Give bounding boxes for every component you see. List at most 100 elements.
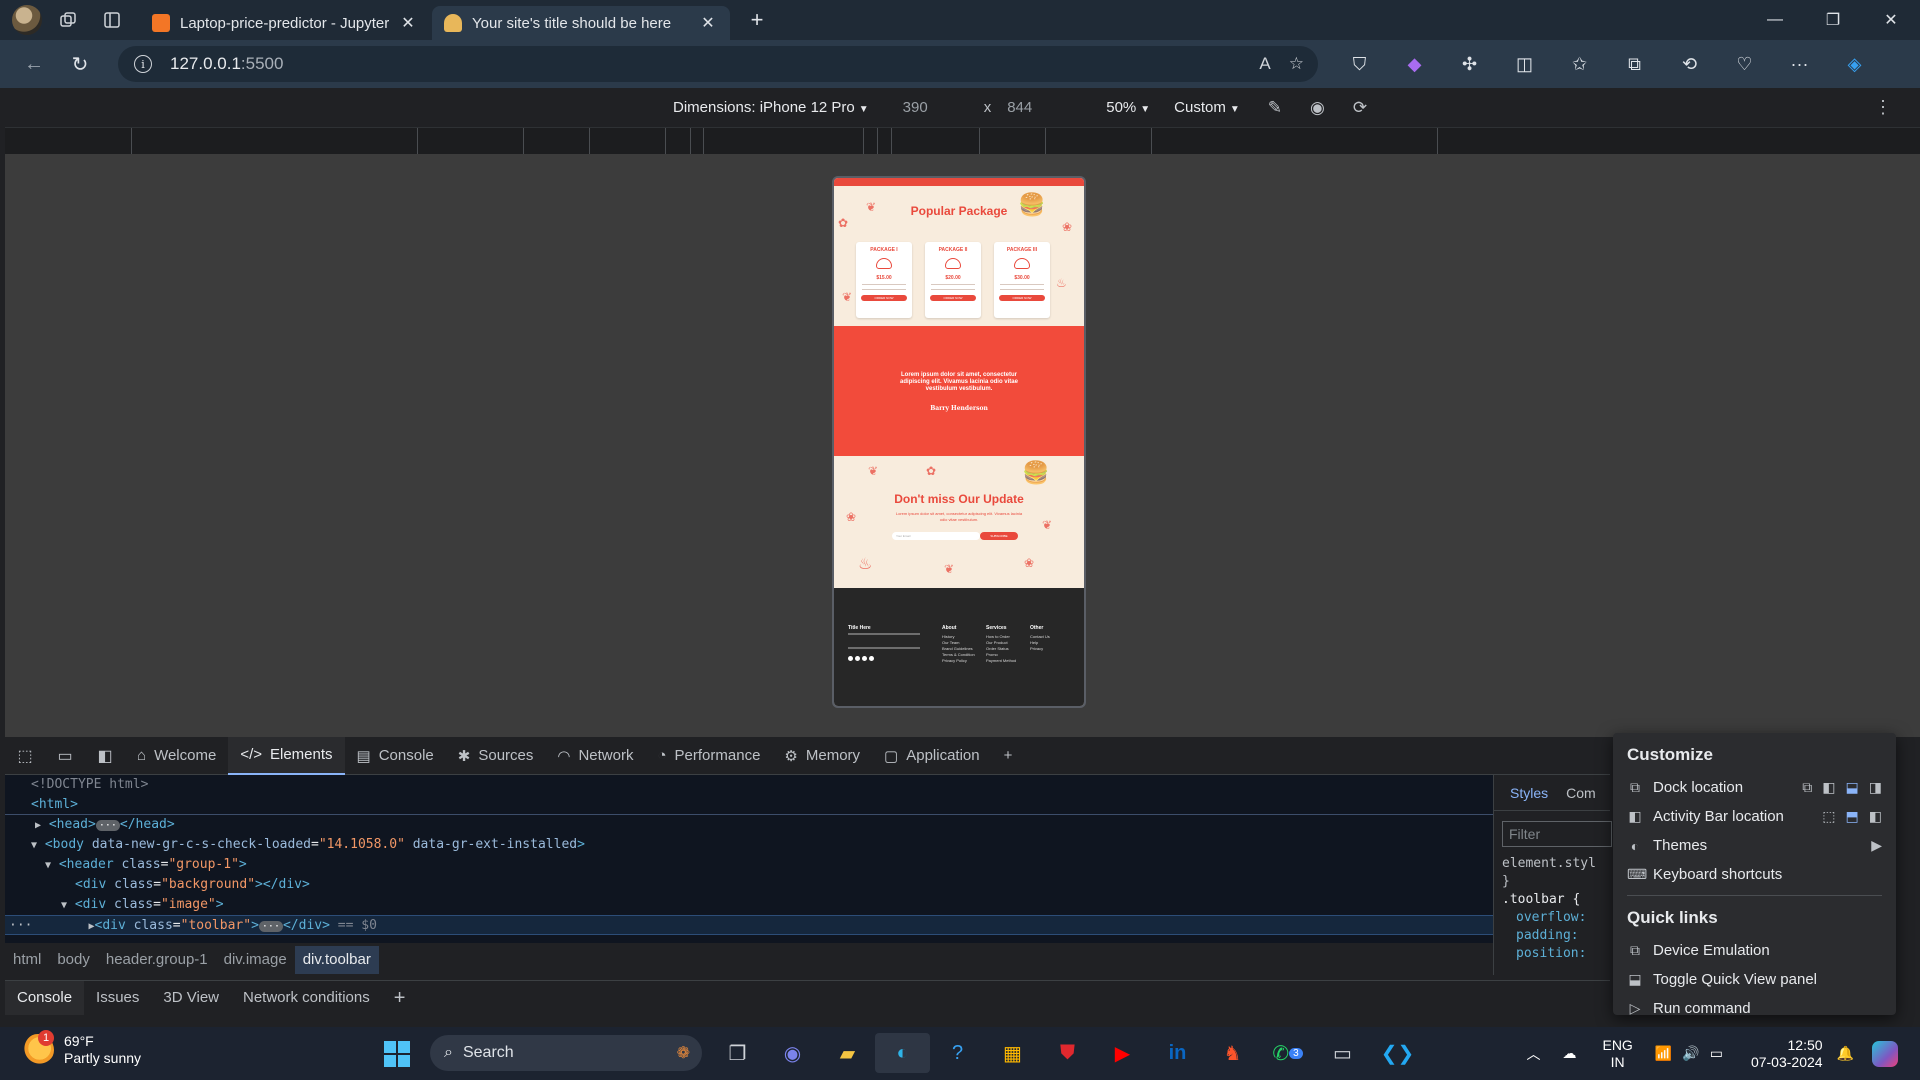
dom-node[interactable]: ▼ <body data-new-gr-c-s-check-loaded="14…: [5, 835, 1493, 855]
tab-styles[interactable]: Styles: [1510, 785, 1548, 801]
teams-icon[interactable]: ◉: [765, 1033, 820, 1073]
breadcrumb-item[interactable]: div.image: [216, 946, 295, 974]
dom-node-selected[interactable]: ··· ▶<div class="toolbar"> ··· </div> == $0: [5, 915, 1493, 935]
inspect-element-icon[interactable]: ⬚: [5, 746, 45, 766]
instagram-icon[interactable]: [862, 656, 867, 661]
copilot-icon[interactable]: ◈: [1827, 54, 1882, 75]
activity-bar-top-icon[interactable]: ⬒: [1846, 808, 1859, 825]
battery-icon[interactable]: ▭: [1710, 1045, 1723, 1062]
newsletter-email-input[interactable]: Your Email: [892, 532, 980, 540]
add-drawer-tab-icon[interactable]: +: [382, 981, 418, 1015]
tray-overflow-icon[interactable]: ︿: [1526, 1044, 1540, 1064]
vision-deficiency-icon[interactable]: ◉: [1310, 98, 1325, 118]
menu-item-toggle-quick-view[interactable]: ⬓ Toggle Quick View panel: [1627, 965, 1882, 994]
dom-node[interactable]: <div class="background"></div>: [5, 875, 1493, 895]
activity-bar-hidden-icon[interactable]: ⬚: [1822, 808, 1835, 825]
emulated-device-screen[interactable]: 🍔 ❦ ✿ ❀ ♨ ❦ Popular Package PACKAGE I $1…: [832, 176, 1086, 708]
zoom-dropdown[interactable]: 50% ▼: [1106, 99, 1150, 116]
taskbar-search[interactable]: ⌕ Search ❁: [430, 1035, 702, 1071]
edge-icon[interactable]: ◐: [875, 1033, 930, 1073]
collapse-arrow-icon[interactable]: ▼: [45, 860, 51, 871]
file-explorer-icon[interactable]: ▰: [820, 1033, 875, 1073]
workspaces-icon[interactable]: [50, 5, 86, 35]
tab-actions-icon[interactable]: [94, 5, 130, 35]
dom-node[interactable]: <html>: [5, 795, 1493, 815]
favorites-icon[interactable]: ✩: [1552, 54, 1607, 75]
dom-node[interactable]: ▶ <head> ··· </head>: [5, 815, 1493, 835]
expand-arrow-icon[interactable]: ▶: [35, 820, 41, 831]
history-icon[interactable]: ⟲: [1662, 54, 1717, 75]
undock-icon[interactable]: ⧉: [1802, 779, 1812, 796]
volume-icon[interactable]: 🔊: [1682, 1045, 1699, 1062]
collections-icon[interactable]: ⧉: [1607, 54, 1662, 75]
menu-item-activity-bar-location[interactable]: ◧ Activity Bar location ⬚ ⬒ ◧: [1627, 802, 1882, 831]
youtube-icon[interactable]: [869, 656, 874, 661]
tab-jupyter[interactable]: Laptop-price-predictor - Jupyter ✕: [140, 6, 430, 40]
eyedropper-icon[interactable]: ✎: [1268, 98, 1282, 118]
copilot-taskbar-icon[interactable]: [1872, 1040, 1898, 1067]
tab-elements[interactable]: </> Elements: [228, 736, 345, 775]
tab-application[interactable]: ▢ Application: [872, 737, 992, 775]
drawer-tab-issues[interactable]: Issues: [84, 981, 151, 1015]
dock-right-icon[interactable]: ◨: [1869, 779, 1882, 796]
close-window-icon[interactable]: ✕: [1862, 0, 1920, 40]
rotate-device-icon[interactable]: ⟳: [1353, 98, 1367, 118]
css-property[interactable]: overflow:: [1502, 909, 1610, 927]
help-icon[interactable]: ?: [930, 1033, 985, 1073]
dock-bottom-icon[interactable]: ⬓: [1846, 779, 1859, 796]
tab-console[interactable]: ▤ Console: [345, 737, 446, 775]
tab-site[interactable]: Your site's title should be here ✕: [432, 6, 730, 40]
dock-left-icon[interactable]: ◧: [1822, 779, 1835, 796]
more-tools-button[interactable]: +: [992, 737, 1025, 775]
facebook-icon[interactable]: [848, 656, 853, 661]
dom-tree[interactable]: <!DOCTYPE html> <html> ▶ <head> ··· </head…: [5, 775, 1493, 943]
node-actions-icon[interactable]: ···: [9, 918, 32, 933]
restore-icon[interactable]: ❐: [1804, 0, 1862, 40]
shield-icon[interactable]: ⛉: [1332, 54, 1387, 75]
extension-color-icon[interactable]: ◆: [1387, 54, 1442, 75]
breadcrumb-item[interactable]: html: [5, 946, 49, 974]
menu-item-device-emulation[interactable]: ⧉ Device Emulation: [1627, 936, 1882, 965]
device-dimensions-dropdown[interactable]: Dimensions: iPhone 12 Pro ▼: [673, 99, 869, 116]
twitter-icon[interactable]: [855, 656, 860, 661]
reload-icon[interactable]: ↻: [60, 46, 100, 82]
vscode-icon[interactable]: ❮❯: [1370, 1033, 1425, 1073]
css-property[interactable]: position:: [1502, 945, 1610, 963]
new-tab-button[interactable]: +: [744, 7, 770, 33]
footer-link[interactable]: Privacy Policy: [942, 658, 975, 664]
read-aloud-icon[interactable]: A: [1259, 54, 1270, 74]
breadcrumb-item[interactable]: body: [49, 946, 98, 974]
taskbar-clock[interactable]: 12:50 07-03-2024: [1751, 1037, 1823, 1071]
drawer-tab-network-conditions[interactable]: Network conditions: [231, 981, 382, 1015]
throttle-dropdown[interactable]: Custom ▼: [1174, 99, 1240, 116]
activity-bar-side-icon[interactable]: ◧: [1869, 808, 1882, 825]
performance-icon[interactable]: ♡: [1717, 54, 1772, 75]
device-height-input[interactable]: 844: [1007, 99, 1032, 116]
extensions-icon[interactable]: ✣: [1442, 54, 1497, 75]
tab-performance[interactable]: ◔ Performance: [645, 737, 772, 775]
menu-item-keyboard-shortcuts[interactable]: ⌨ Keyboard shortcuts: [1627, 860, 1882, 889]
order-now-button[interactable]: ORDER NOW: [861, 295, 907, 301]
subscribe-button[interactable]: SUBSCRIBE: [980, 532, 1018, 540]
styles-filter-input[interactable]: Filter: [1502, 821, 1612, 847]
toggle-device-icon[interactable]: ▭: [45, 746, 85, 766]
language-indicator[interactable]: ENG IN: [1602, 1037, 1632, 1071]
brave-icon[interactable]: ♞: [1205, 1033, 1260, 1073]
onedrive-icon[interactable]: ☁: [1562, 1045, 1576, 1062]
media-query-ruler[interactable]: [5, 128, 1920, 154]
device-more-icon[interactable]: ⋮: [1874, 97, 1892, 118]
css-rules[interactable]: element.styl } .toolbar { overflow: padd…: [1494, 855, 1610, 963]
more-menu-icon[interactable]: ···: [1772, 54, 1827, 75]
tab-sources[interactable]: ✱ Sources: [446, 737, 546, 775]
url-input[interactable]: i 127.0.0.1:5500 A ☆: [118, 46, 1318, 82]
menu-item-run-command[interactable]: ▷ Run command: [1627, 994, 1882, 1023]
windows-start-icon[interactable]: [384, 1041, 410, 1067]
device-width-input[interactable]: 390: [903, 99, 928, 116]
breadcrumb-item-current[interactable]: div.toolbar: [294, 946, 379, 974]
drawer-tab-3d-view[interactable]: 3D View: [151, 981, 231, 1015]
profile-avatar[interactable]: [12, 5, 42, 35]
tab-memory[interactable]: ⚙ Memory: [772, 737, 872, 775]
ellipsis-icon[interactable]: ···: [95, 820, 120, 831]
back-icon[interactable]: ←: [14, 46, 54, 82]
close-tab-icon[interactable]: ✕: [698, 13, 718, 33]
